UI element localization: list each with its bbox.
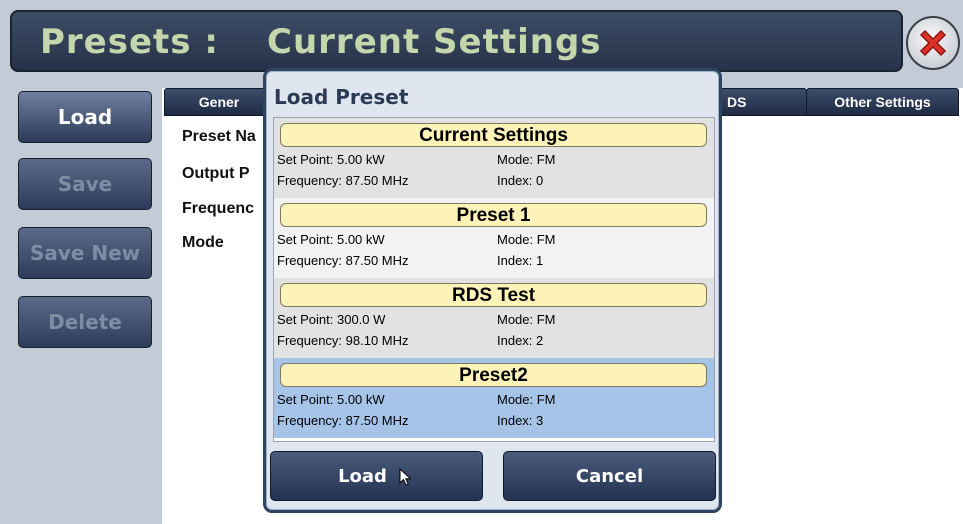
- preset-frequency: Frequency: 87.50 MHz: [277, 173, 409, 188]
- preset-frequency: Frequency: 87.50 MHz: [277, 253, 409, 268]
- dialog-cancel-button[interactable]: Cancel: [503, 451, 716, 501]
- preset-mode: Mode: FM: [497, 312, 556, 327]
- load-preset-dialog: Load Preset Current Settings Set Point: …: [263, 68, 722, 513]
- save-button[interactable]: Save: [18, 158, 152, 210]
- preset-list[interactable]: Current Settings Set Point: 5.00 kW Mode…: [273, 117, 715, 442]
- output-power-label: Output P: [182, 165, 250, 182]
- tab-general[interactable]: Gener: [164, 88, 274, 116]
- preset-index: Index: 0: [497, 173, 544, 188]
- preset-name: Current Settings: [280, 123, 707, 147]
- save-new-button[interactable]: Save New: [18, 227, 152, 279]
- preset-set-point: Set Point: 5.00 kW: [277, 152, 385, 167]
- preset-index: Index: 3: [497, 413, 544, 428]
- frequency-label: Frequenc: [182, 200, 255, 217]
- preset-frequency: Frequency: 98.10 MHz: [277, 333, 409, 348]
- preset-mode: Mode: FM: [497, 152, 556, 167]
- preset-name-label: Preset Na: [182, 128, 256, 145]
- load-button[interactable]: Load: [18, 91, 152, 143]
- preset-item[interactable]: Preset2 Set Point: 5.00 kW Mode: FM Freq…: [274, 358, 714, 438]
- page-title: Current Settings: [267, 22, 602, 62]
- preset-frequency: Frequency: 87.50 MHz: [277, 413, 409, 428]
- mouse-pointer-icon: [399, 468, 412, 486]
- close-button[interactable]: [906, 16, 960, 70]
- preset-set-point: Set Point: 300.0 W: [277, 312, 386, 327]
- preset-set-point: Set Point: 5.00 kW: [277, 392, 385, 407]
- delete-button[interactable]: Delete: [18, 296, 152, 348]
- preset-item[interactable]: Preset 1 Set Point: 5.00 kW Mode: FM Fre…: [274, 198, 714, 278]
- section-title: Presets :: [40, 22, 219, 62]
- mode-label: Mode: [182, 234, 224, 251]
- preset-name: Preset2: [280, 363, 707, 387]
- preset-index: Index: 2: [497, 333, 544, 348]
- tab-other-settings[interactable]: Other Settings: [806, 88, 959, 116]
- preset-index: Index: 1: [497, 253, 544, 268]
- preset-item[interactable]: Current Settings Set Point: 5.00 kW Mode…: [274, 118, 714, 198]
- close-icon: [919, 29, 947, 57]
- preset-set-point: Set Point: 5.00 kW: [277, 232, 385, 247]
- preset-mode: Mode: FM: [497, 392, 556, 407]
- preset-name: RDS Test: [280, 283, 707, 307]
- dialog-title: Load Preset: [274, 85, 409, 109]
- load-label: Load: [338, 465, 387, 487]
- preset-name: Preset 1: [280, 203, 707, 227]
- dialog-load-button[interactable]: Load: [270, 451, 483, 501]
- preset-item[interactable]: RDS Test Set Point: 300.0 W Mode: FM Fre…: [274, 278, 714, 358]
- app-window: Presets : Current Settings Load Save Sav…: [0, 0, 963, 524]
- preset-mode: Mode: FM: [497, 232, 556, 247]
- title-bar: Presets : Current Settings: [10, 10, 903, 72]
